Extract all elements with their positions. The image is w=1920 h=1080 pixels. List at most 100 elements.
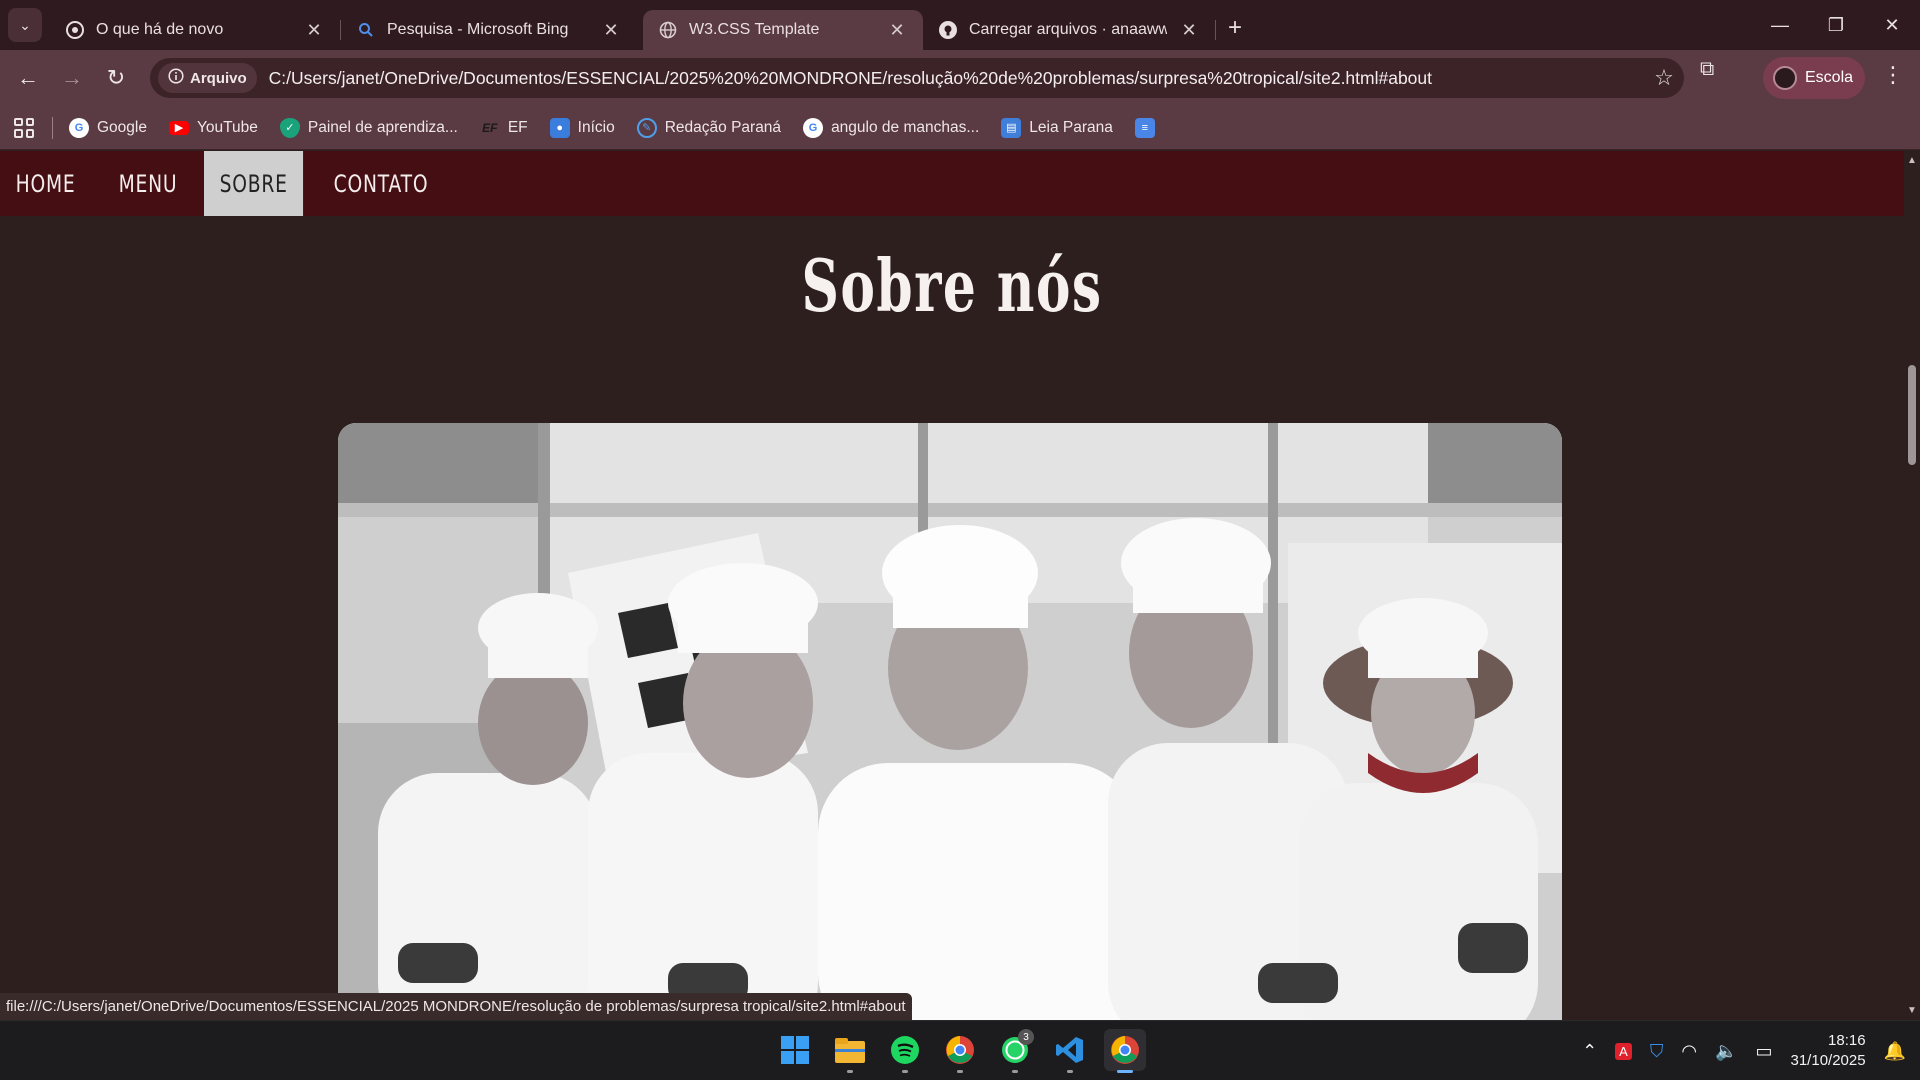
bookmark-docs[interactable]: ≡ xyxy=(1134,117,1155,138)
windows-taskbar: 3 ⌃ A ⛉ ◠ 🔈 ▭ 18:16 31/10/2025 🔔 xyxy=(0,1020,1920,1080)
running-indicator xyxy=(847,1070,853,1073)
page-viewport: HOME MENU SOBRE CONTATO Sobre nós xyxy=(0,151,1904,1020)
taskbar-apps: 3 xyxy=(774,1029,1146,1073)
whatsapp-icon[interactable]: 3 xyxy=(994,1029,1036,1073)
bookmark-google[interactable]: G Google xyxy=(69,117,147,138)
clock[interactable]: 18:16 31/10/2025 xyxy=(1791,1031,1866,1071)
check-shield-icon: ✓ xyxy=(279,117,300,138)
about-photo-kid-chefs xyxy=(338,423,1562,1020)
address-bar[interactable]: Arquivo C:/Users/janet/OneDrive/Document… xyxy=(150,58,1684,98)
url-text[interactable]: C:/Users/janet/OneDrive/Documentos/ESSEN… xyxy=(269,68,1644,89)
reload-icon[interactable]: ↻ xyxy=(94,58,138,98)
nav-home-link[interactable]: HOME xyxy=(0,151,91,216)
wifi-icon[interactable]: ◠ xyxy=(1681,1041,1697,1062)
tab-title: Carregar arquivos · anaawwx/tr xyxy=(969,21,1167,38)
tab-title: Pesquisa - Microsoft Bing xyxy=(387,21,569,38)
running-indicator xyxy=(902,1070,908,1073)
google-icon: G xyxy=(69,117,89,138)
scroll-down-arrow-icon[interactable]: ▼ xyxy=(1907,1005,1917,1016)
close-icon[interactable]: ✕ xyxy=(601,20,621,41)
browser-toolbar: ← → ↻ Arquivo C:/Users/janet/OneDrive/Do… xyxy=(0,50,1920,106)
whatsapp-badge: 3 xyxy=(1018,1029,1034,1045)
info-icon xyxy=(168,68,184,88)
window-controls: — ❐ ✕ xyxy=(1752,0,1920,50)
chevron-down-icon: ⌄ xyxy=(19,16,31,33)
nav-sobre-link[interactable]: SOBRE xyxy=(204,151,304,216)
avatar xyxy=(1773,66,1797,90)
vscode-icon[interactable] xyxy=(1049,1029,1091,1073)
about-heading: Sobre nós xyxy=(801,243,1103,328)
chrome-icon xyxy=(66,21,84,39)
contacts-icon: ● xyxy=(549,117,570,138)
kid-chefs-illustration xyxy=(338,423,1562,1020)
close-icon[interactable]: ✕ xyxy=(304,20,324,41)
close-icon[interactable]: ✕ xyxy=(1179,20,1199,41)
minimize-icon[interactable]: — xyxy=(1752,0,1808,50)
running-indicator xyxy=(1012,1070,1018,1073)
bookmark-label: YouTube xyxy=(196,118,258,136)
more-menu-icon[interactable]: ⋮ xyxy=(1882,62,1904,88)
new-tab-plus-icon[interactable]: + xyxy=(1228,14,1242,42)
redacao-icon: ✎ xyxy=(636,117,657,138)
link-status-bubble: file:///C:/Users/janet/OneDrive/Document… xyxy=(0,993,912,1020)
volume-icon[interactable]: 🔈 xyxy=(1715,1041,1737,1062)
nav-contato-link[interactable]: CONTATO xyxy=(318,151,444,216)
search-icon xyxy=(357,21,375,39)
file-explorer-icon[interactable] xyxy=(829,1029,871,1073)
scrollbar-thumb[interactable] xyxy=(1908,365,1916,465)
tab-github-upload[interactable]: Carregar arquivos · anaawwx/tr ✕ xyxy=(923,10,1215,50)
globe-icon xyxy=(659,21,677,39)
extensions-puzzle-icon[interactable]: ⧉ xyxy=(1700,58,1714,81)
bookmark-label: Leia Parana xyxy=(1029,118,1113,136)
bookmark-inicio[interactable]: ● Início xyxy=(549,117,615,138)
chrome-icon[interactable] xyxy=(939,1029,981,1073)
notifications-icon[interactable]: 🔔 xyxy=(1884,1041,1906,1062)
tab-search-button[interactable]: ⌄ xyxy=(8,8,42,42)
security-shield-icon[interactable]: ⛉ xyxy=(1650,1041,1664,1062)
close-icon[interactable]: ✕ xyxy=(887,20,907,41)
bookmark-angulo[interactable]: G angulo de manchas... xyxy=(803,117,979,138)
spotify-icon[interactable] xyxy=(884,1029,926,1073)
bookmark-label: Painel de aprendiza... xyxy=(307,118,458,136)
profile-label: Escola xyxy=(1805,69,1854,86)
tab-strip: ⌄ O que há de novo ✕ Pesquisa - Microsof… xyxy=(0,0,1920,50)
tab-title: O que há de novo xyxy=(96,21,224,38)
bookmark-ef[interactable]: EF EF xyxy=(480,118,528,138)
battery-icon[interactable]: ▭ xyxy=(1755,1041,1772,1062)
bookmarks-separator xyxy=(52,116,53,139)
docs-icon: ≡ xyxy=(1134,117,1155,138)
windows-start-icon[interactable] xyxy=(774,1029,816,1071)
scroll-up-arrow-icon[interactable]: ▲ xyxy=(1907,155,1917,166)
bookmark-youtube[interactable]: ▶ YouTube xyxy=(168,118,258,137)
nav-menu-link[interactable]: MENU xyxy=(103,151,193,216)
profile-button[interactable]: Escola xyxy=(1763,57,1865,99)
running-indicator xyxy=(1117,1070,1133,1073)
chevron-up-icon[interactable]: ⌃ xyxy=(1582,1041,1597,1062)
github-icon xyxy=(939,21,957,39)
forward-arrow-icon[interactable]: → xyxy=(50,58,94,98)
bookmark-label: Início xyxy=(577,118,615,136)
bookmarks-bar: G Google ▶ YouTube ✓ Painel de aprendiza… xyxy=(0,106,1920,150)
bookmark-painel[interactable]: ✓ Painel de aprendiza... xyxy=(279,117,458,138)
running-indicator xyxy=(1067,1070,1073,1073)
ef-icon: EF xyxy=(482,120,498,135)
youtube-icon: ▶ xyxy=(168,120,189,135)
tab-whats-new[interactable]: O que há de novo ✕ xyxy=(50,10,340,50)
tab-bing[interactable]: Pesquisa - Microsoft Bing ✕ xyxy=(341,10,637,50)
restore-icon[interactable]: ❐ xyxy=(1808,0,1864,50)
bookmark-star-icon[interactable]: ☆ xyxy=(1644,65,1684,91)
site-info-chip[interactable]: Arquivo xyxy=(158,63,257,93)
bookmark-leia-parana[interactable]: ▤ Leia Parana xyxy=(1001,117,1113,138)
site-navbar: HOME MENU SOBRE CONTATO xyxy=(0,151,1904,216)
adobe-icon[interactable]: A xyxy=(1615,1042,1632,1060)
tab-separator xyxy=(1215,20,1216,40)
tab-w3css-template[interactable]: W3.CSS Template ✕ xyxy=(643,10,923,50)
book-icon: ▤ xyxy=(1001,117,1022,138)
page-scrollbar[interactable]: ▲ ▼ xyxy=(1904,151,1920,1020)
window-close-icon[interactable]: ✕ xyxy=(1864,0,1920,50)
apps-grid-icon[interactable] xyxy=(14,117,34,138)
back-arrow-icon[interactable]: ← xyxy=(6,58,50,98)
bookmark-label: EF xyxy=(507,118,528,136)
chrome-active-icon[interactable] xyxy=(1104,1029,1146,1073)
bookmark-redacao[interactable]: ✎ Redação Paraná xyxy=(636,117,781,138)
